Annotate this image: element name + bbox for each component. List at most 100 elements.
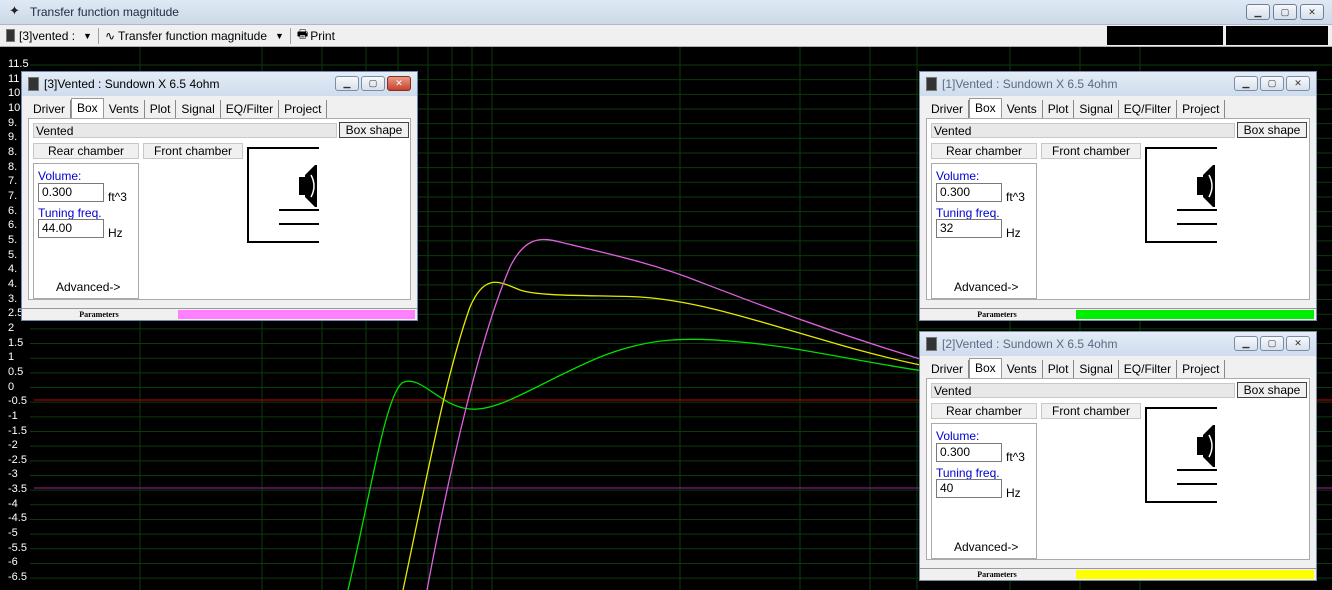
rear-chamber-button[interactable]: Rear chamber: [33, 143, 139, 159]
tab-box[interactable]: Box: [71, 98, 104, 120]
y-tick-label: -6.5: [8, 571, 27, 584]
tab-eqfilter[interactable]: EQ/Filter: [1119, 360, 1178, 378]
front-chamber-button[interactable]: Front chamber: [143, 143, 243, 159]
box-shape-button[interactable]: Box shape: [339, 122, 409, 138]
volume-input[interactable]: 0.300: [936, 183, 1002, 202]
maximize-button[interactable]: ▢: [1273, 4, 1297, 20]
tab-plot[interactable]: Plot: [145, 100, 177, 118]
box-shape-button[interactable]: Box shape: [1237, 122, 1307, 138]
tab-eqfilter[interactable]: EQ/Filter: [1119, 100, 1178, 118]
print-label: Print: [310, 28, 335, 43]
close-button[interactable]: ✕: [387, 76, 411, 91]
wave-icon: ∿: [104, 28, 116, 43]
minimize-button[interactable]: ▁: [1234, 336, 1258, 351]
box-shape-button[interactable]: Box shape: [1237, 382, 1307, 398]
print-button[interactable]: 🖶 Print: [291, 26, 341, 46]
y-tick-label: 2: [8, 321, 15, 334]
close-button[interactable]: ✕: [1286, 76, 1310, 91]
tab-driver[interactable]: Driver: [926, 100, 969, 118]
graph-select-value: Transfer function magnitude: [118, 28, 267, 43]
volume-label: Volume:: [936, 169, 980, 183]
tab-driver[interactable]: Driver: [28, 100, 71, 118]
curve-color-swatch: [1076, 310, 1314, 319]
tab-signal[interactable]: Signal: [1074, 100, 1119, 118]
tuning-input[interactable]: 32: [936, 219, 1002, 238]
front-chamber-button[interactable]: Front chamber: [1041, 143, 1141, 159]
chamber-params: Volume: 0.300 ft^3 Tuning freq. 44.00 Hz Advan…: [33, 163, 139, 299]
status-bar: Parameters: [22, 308, 417, 320]
dialog-controls: ▁ ▢ ✕: [1234, 336, 1310, 351]
printer-icon: 🖶: [296, 27, 309, 41]
front-chamber-button[interactable]: Front chamber: [1041, 403, 1141, 419]
speaker-icon: [1177, 165, 1217, 225]
box-diagram: [1145, 147, 1217, 243]
minimize-button[interactable]: ▁: [1246, 4, 1270, 20]
box-type-field[interactable]: Vented: [33, 123, 337, 138]
close-button[interactable]: ✕: [1300, 4, 1324, 20]
status-bar: Parameters: [920, 568, 1316, 580]
tab-project[interactable]: Project: [1177, 100, 1226, 118]
readout-box: [1107, 26, 1223, 45]
dialog-titlebar[interactable]: [1]Vented : Sundown X 6.5 4ohm ▁ ▢ ✕: [920, 72, 1316, 96]
project-select[interactable]: [3]vented : ▼: [0, 26, 98, 46]
y-tick-label: 10: [8, 87, 21, 100]
tab-vents[interactable]: Vents: [1002, 100, 1043, 118]
tab-signal[interactable]: Signal: [176, 100, 221, 118]
maximize-button[interactable]: ▢: [361, 76, 385, 91]
advanced-link[interactable]: Advanced->: [954, 280, 1018, 294]
minimize-button[interactable]: ▁: [1234, 76, 1258, 91]
tab-driver[interactable]: Driver: [926, 360, 969, 378]
dialog-tabs: Driver Box Vents Plot Signal EQ/Filter Project: [28, 98, 328, 120]
dialog-titlebar[interactable]: [3]Vented : Sundown X 6.5 4ohm ▁ ▢ ✕: [22, 72, 417, 96]
y-tick-label: 8.: [8, 160, 18, 173]
volume-input[interactable]: 0.300: [38, 183, 104, 202]
minimize-button[interactable]: ▁: [335, 76, 359, 91]
rear-chamber-button[interactable]: Rear chamber: [931, 403, 1037, 419]
dialog-title: [1]Vented : Sundown X 6.5 4ohm: [942, 77, 1118, 91]
tab-project[interactable]: Project: [1177, 360, 1226, 378]
y-tick-label: -1: [8, 409, 18, 422]
y-tick-label: 7.: [8, 175, 18, 188]
box-icon: [6, 29, 15, 42]
y-tick-label: 0: [8, 380, 15, 393]
maximize-button[interactable]: ▢: [1260, 336, 1284, 351]
box-type-field[interactable]: Vented: [931, 383, 1235, 398]
advanced-link[interactable]: Advanced->: [56, 280, 120, 294]
dialog-enclosure-1[interactable]: [1]Vented : Sundown X 6.5 4ohm ▁ ▢ ✕ Driver B…: [919, 71, 1317, 321]
y-tick-label: 9.: [8, 131, 18, 144]
tab-plot[interactable]: Plot: [1043, 360, 1075, 378]
box-type-field[interactable]: Vented: [931, 123, 1235, 138]
parameters-label: Parameters: [977, 310, 1017, 319]
y-tick-label: 5.: [8, 233, 18, 246]
readout-box: [1226, 26, 1328, 45]
y-tick-label: -1.5: [8, 424, 27, 437]
project-select-value: [3]vented :: [19, 28, 76, 43]
dialog-titlebar[interactable]: [2]Vented : Sundown X 6.5 4ohm ▁ ▢ ✕: [920, 332, 1316, 356]
tab-box[interactable]: Box: [969, 358, 1002, 380]
volume-input[interactable]: 0.300: [936, 443, 1002, 462]
dialog-enclosure-3[interactable]: [3]Vented : Sundown X 6.5 4ohm ▁ ▢ ✕ Driver B…: [21, 71, 418, 321]
dialog-enclosure-2[interactable]: [2]Vented : Sundown X 6.5 4ohm ▁ ▢ ✕ Driver B…: [919, 331, 1317, 581]
advanced-link[interactable]: Advanced->: [954, 540, 1018, 554]
close-button[interactable]: ✕: [1286, 336, 1310, 351]
curve-color-swatch: [178, 310, 415, 319]
y-tick-label: 6.: [8, 204, 18, 217]
tuning-input[interactable]: 40: [936, 479, 1002, 498]
rear-chamber-button[interactable]: Rear chamber: [931, 143, 1037, 159]
tab-box[interactable]: Box: [969, 98, 1002, 120]
tab-plot[interactable]: Plot: [1043, 100, 1075, 118]
tab-project[interactable]: Project: [279, 100, 328, 118]
y-tick-label: 11.5: [8, 58, 29, 70]
status-bar: Parameters: [920, 308, 1316, 320]
tuning-unit: Hz: [108, 226, 123, 240]
y-tick-label: -6: [8, 556, 18, 569]
tab-eqfilter[interactable]: EQ/Filter: [221, 100, 280, 118]
box-panel: Vented Box shape Rear chamber Front chamber…: [28, 118, 411, 300]
tab-signal[interactable]: Signal: [1074, 360, 1119, 378]
tuning-input[interactable]: 44.00: [38, 219, 104, 238]
tab-vents[interactable]: Vents: [104, 100, 145, 118]
graph-select[interactable]: ∿ Transfer function magnitude ▼: [99, 26, 290, 46]
maximize-button[interactable]: ▢: [1260, 76, 1284, 91]
y-tick-label: -3: [8, 468, 18, 481]
tab-vents[interactable]: Vents: [1002, 360, 1043, 378]
